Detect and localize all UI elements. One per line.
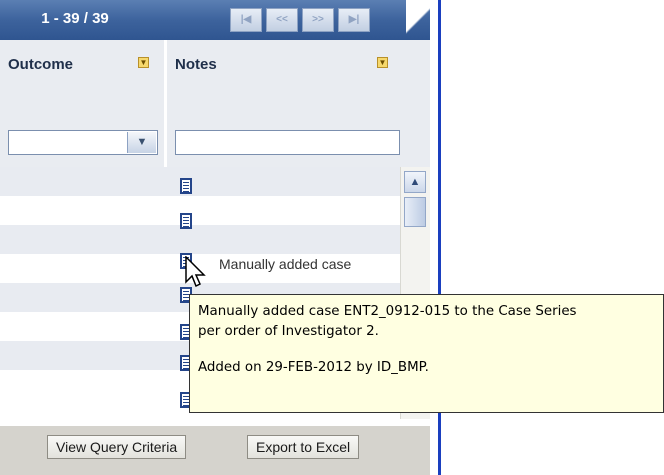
next-page-button[interactable]: >>: [302, 8, 334, 32]
notes-column-header[interactable]: Notes: [175, 56, 217, 73]
column-divider[interactable]: [164, 40, 167, 167]
note-tooltip: Manually added case ENT2_0912-015 to the…: [189, 294, 664, 413]
tooltip-line: per order of Investigator 2.: [198, 324, 379, 339]
chevron-down-icon[interactable]: ▼: [127, 132, 156, 153]
record-count-label: 1 - 39 / 39: [41, 10, 109, 27]
note-icon[interactable]: [180, 178, 192, 194]
pager-header: 1 - 39 / 39 |◀ << >> ▶|: [0, 0, 432, 40]
tooltip-line: Added on 29-FEB-2012 by ID_BMP.: [198, 360, 429, 375]
view-query-criteria-button[interactable]: View Query Criteria: [47, 435, 187, 459]
mouse-cursor-icon: [185, 256, 206, 288]
notes-sort-icon[interactable]: ▼: [377, 57, 388, 68]
note-icon[interactable]: [180, 213, 192, 229]
outcome-sort-icon[interactable]: ▼: [138, 57, 149, 68]
previous-page-button[interactable]: <<: [266, 8, 298, 32]
table-row[interactable]: [0, 196, 400, 225]
tooltip-line: Manually added case ENT2_0912-015 to the…: [198, 304, 577, 319]
last-page-button[interactable]: ▶|: [338, 8, 370, 32]
scrollbar-thumb[interactable]: [404, 197, 426, 227]
outcome-column-header[interactable]: Outcome: [8, 56, 73, 73]
table-row[interactable]: [0, 167, 400, 196]
export-to-excel-button[interactable]: Export to Excel: [247, 435, 360, 459]
table-row[interactable]: [0, 225, 400, 254]
scroll-up-arrow-icon[interactable]: ▲: [404, 171, 426, 193]
notes-filter-input[interactable]: [175, 130, 400, 155]
outcome-filter-select[interactable]: ▼: [8, 130, 158, 155]
first-page-button[interactable]: |◀: [230, 8, 262, 32]
note-preview-text: Manually added case: [219, 256, 352, 272]
